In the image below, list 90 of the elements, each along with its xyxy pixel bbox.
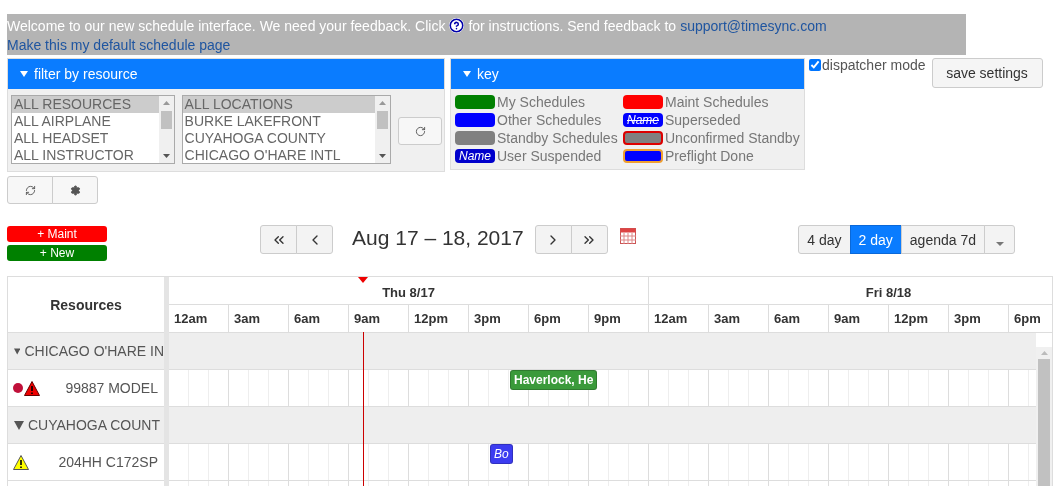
color-swatch: Name: [455, 149, 495, 163]
hour-header: 6pm: [529, 305, 589, 332]
list-item[interactable]: ALL RESOURCES: [12, 96, 159, 113]
help-icon[interactable]: [449, 18, 465, 33]
default-page-link[interactable]: Make this my default schedule page: [7, 36, 231, 53]
dispatcher-mode-label: dispatcher mode: [822, 57, 926, 73]
key-label: My Schedules: [497, 94, 585, 110]
key-label: Unconfirmed Standby: [665, 130, 800, 146]
key-label: Other Schedules: [497, 112, 602, 128]
scrollbar[interactable]: [1036, 347, 1052, 486]
key-label: Standby Schedules: [497, 130, 618, 146]
resource-row[interactable]: 204HH C172SP: [8, 444, 164, 481]
refresh-icon: [414, 125, 426, 137]
hour-header: 12am: [169, 305, 229, 332]
hour-header: 9pm: [589, 305, 649, 332]
settings-icon: [69, 184, 81, 196]
key-label: User Suspended: [497, 148, 602, 164]
view-dropdown-button[interactable]: [984, 225, 1015, 254]
dispatcher-mode-checkbox[interactable]: [809, 59, 821, 71]
location-listbox[interactable]: ALL LOCATIONS BURKE LAKEFRONT CUYAHOGA COUNTY CHICAGO O'HARE INTL: [181, 95, 392, 164]
view-tab[interactable]: agenda 7d: [900, 225, 985, 254]
save-settings-button[interactable]: save settings: [931, 58, 1043, 88]
hour-header: 6am: [289, 305, 349, 332]
list-item[interactable]: ALL LOCATIONS: [182, 96, 376, 113]
first-button[interactable]: [260, 225, 297, 254]
key-label: Superseded: [665, 112, 741, 128]
triangle-icon: [14, 420, 24, 430]
list-item[interactable]: ALL AIRPLANE: [12, 113, 159, 130]
hour-header: 12pm: [409, 305, 469, 332]
settings-button[interactable]: [52, 176, 98, 204]
scrollbar[interactable]: [158, 96, 174, 163]
scroll-thumb[interactable]: [377, 111, 389, 129]
group-row[interactable]: CHICAGO O'HARE IN: [8, 333, 164, 370]
list-item[interactable]: BURKE LAKEFRONT: [182, 113, 376, 130]
hour-header: 3pm: [949, 305, 1009, 332]
caret-icon: [463, 71, 471, 77]
schedule-event[interactable]: Haverlock, He: [510, 370, 598, 390]
scroll-up-icon[interactable]: [1040, 351, 1048, 355]
warning-icon: [13, 454, 29, 470]
list-item[interactable]: CHICAGO O'HARE INTL: [182, 147, 376, 163]
key-header[interactable]: key: [451, 59, 804, 89]
schedule-event[interactable]: Bo: [490, 444, 513, 464]
day-header: Fri 8/18: [649, 277, 1052, 304]
warning-icon: [24, 380, 40, 396]
list-item[interactable]: ALL INSTRUCTOR: [12, 147, 159, 163]
caret-icon: [20, 71, 28, 77]
view-tab[interactable]: 2 day: [849, 225, 902, 254]
resource-name: 99887 MODEL: [65, 380, 158, 396]
scroll-down-icon[interactable]: [162, 154, 170, 158]
add-button[interactable]: + Maint: [7, 226, 107, 242]
resource-listbox[interactable]: ALL RESOURCES ALL AIRPLANE ALL HEADSET ALL INSTRUCTOR: [11, 95, 175, 164]
key-label: Preflight Done: [665, 148, 754, 164]
sync-icon: [24, 184, 36, 196]
hour-header: 6am: [769, 305, 829, 332]
hour-header: 9am: [349, 305, 409, 332]
scroll-up-icon[interactable]: [162, 101, 170, 105]
resource-name: 204HH C172SP: [58, 454, 158, 470]
next-button[interactable]: [534, 225, 572, 254]
group-row[interactable]: CUYAHOGA COUNT: [8, 407, 164, 444]
scroll-down-icon[interactable]: [379, 154, 387, 158]
scroll-thumb[interactable]: [160, 111, 172, 129]
dot-icon: [13, 383, 23, 393]
hour-header: 6pm: [1009, 305, 1052, 332]
triangle-icon: [14, 346, 21, 356]
scroll-up-icon[interactable]: [379, 101, 387, 105]
welcome-text: Welcome to our new schedule interface. We need your feedback. Click: [7, 17, 446, 34]
list-item[interactable]: CUYAHOGA COUNTY: [182, 130, 376, 147]
refresh-button[interactable]: [398, 117, 442, 145]
list-item[interactable]: ALL HEADSET: [12, 130, 159, 147]
scroll-thumb[interactable]: [1038, 359, 1050, 486]
email-link[interactable]: support@timesync.com: [680, 17, 827, 34]
key-label: Maint Schedules: [665, 94, 769, 110]
hour-header: 3am: [229, 305, 289, 332]
hour-header: 12am: [649, 305, 709, 332]
instructions-text: for instructions. Send feedback to: [468, 17, 677, 34]
hour-header: 3pm: [469, 305, 529, 332]
hour-header: 3am: [709, 305, 769, 332]
add-button[interactable]: + New: [7, 245, 107, 261]
scrollbar[interactable]: [375, 96, 391, 163]
filter-header[interactable]: filter by resource: [8, 59, 444, 89]
hour-header: 9am: [829, 305, 889, 332]
view-tab[interactable]: 4 day: [798, 225, 851, 254]
now-marker-icon: [358, 277, 368, 283]
caret-icon: [995, 242, 1004, 246]
previous-button[interactable]: [296, 225, 333, 254]
color-swatch: Name: [623, 113, 663, 127]
calendar-icon[interactable]: [619, 228, 636, 244]
hour-header: 12pm: [889, 305, 949, 332]
last-button[interactable]: [570, 225, 608, 254]
date-range: Aug 17 – 18, 2017: [352, 225, 524, 251]
